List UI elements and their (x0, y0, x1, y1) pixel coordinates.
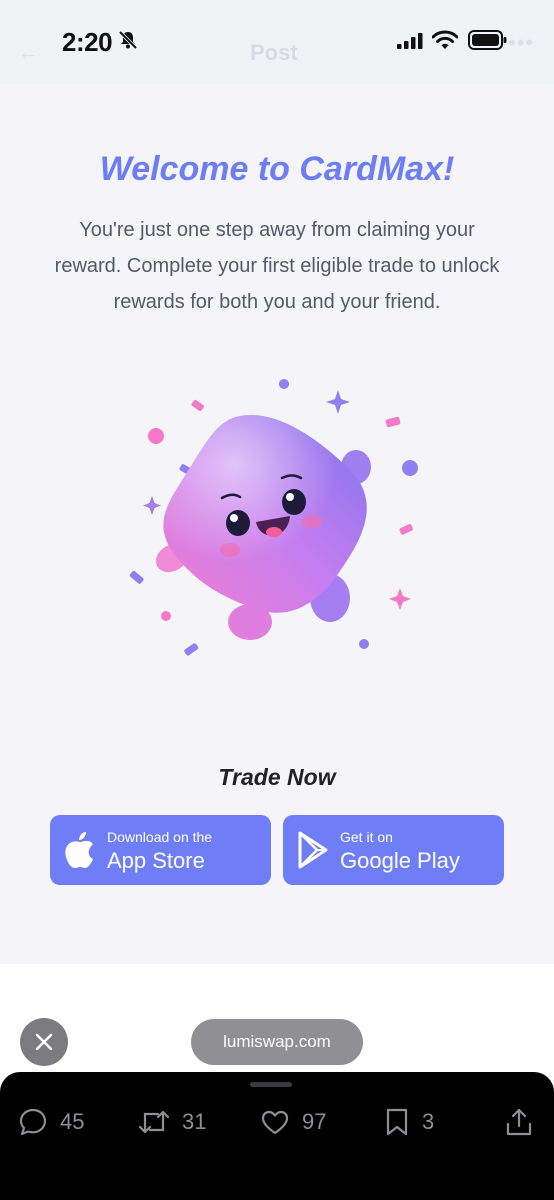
apple-icon (65, 832, 93, 868)
google-play-caption: Get it on (340, 829, 393, 845)
google-play-label: Google Play (340, 848, 460, 873)
google-play-button[interactable]: Get it on Google Play (283, 815, 504, 885)
repost-icon (138, 1110, 170, 1134)
reply-count: 45 (60, 1109, 85, 1134)
back-arrow-icon[interactable]: ← (18, 42, 38, 65)
reply-button[interactable]: 45 (18, 1105, 84, 1139)
battery-icon (468, 30, 507, 50)
reward-description: You're just one step away from claiming … (54, 219, 500, 313)
mascot-illustration (129, 379, 418, 656)
header-title: Post (250, 40, 298, 65)
share-button[interactable] (505, 1105, 533, 1139)
app-store-caption: Download on the (107, 829, 213, 845)
reply-icon (19, 1108, 47, 1136)
post-action-bar: 45 31 97 3 (0, 1072, 554, 1200)
google-play-icon (298, 831, 328, 869)
drag-handle[interactable] (250, 1082, 292, 1087)
bell-muted-icon (118, 30, 138, 50)
more-options-icon[interactable]: ••• (508, 30, 534, 56)
app-store-label: App Store (107, 848, 205, 873)
status-bar: ← 2:20 Post ••• (0, 0, 554, 84)
repost-count: 31 (182, 1109, 207, 1134)
wifi-icon (432, 30, 458, 49)
like-count: 97 (302, 1109, 327, 1134)
bookmark-button[interactable]: 3 (384, 1105, 434, 1139)
heart-icon (261, 1110, 289, 1135)
like-button[interactable]: 97 (260, 1105, 326, 1139)
trade-now-heading: Trade Now (218, 764, 336, 790)
app-store-button[interactable]: Download on the App Store (50, 815, 271, 885)
status-time: 2:20 (62, 27, 113, 57)
close-ad-button[interactable] (20, 1018, 68, 1066)
repost-button[interactable]: 31 (138, 1105, 206, 1139)
close-icon (35, 1033, 53, 1051)
screen: ← 2:20 Post ••• Welcome to CardMax! You'… (0, 0, 554, 1200)
share-icon (506, 1108, 532, 1136)
cellular-signal-icon (397, 33, 423, 49)
welcome-title: Welcome to CardMax! (99, 150, 455, 188)
bookmark-icon (386, 1108, 408, 1136)
bookmark-count: 3 (422, 1109, 435, 1134)
ad-domain-link[interactable]: lumiswap.com (191, 1019, 363, 1065)
